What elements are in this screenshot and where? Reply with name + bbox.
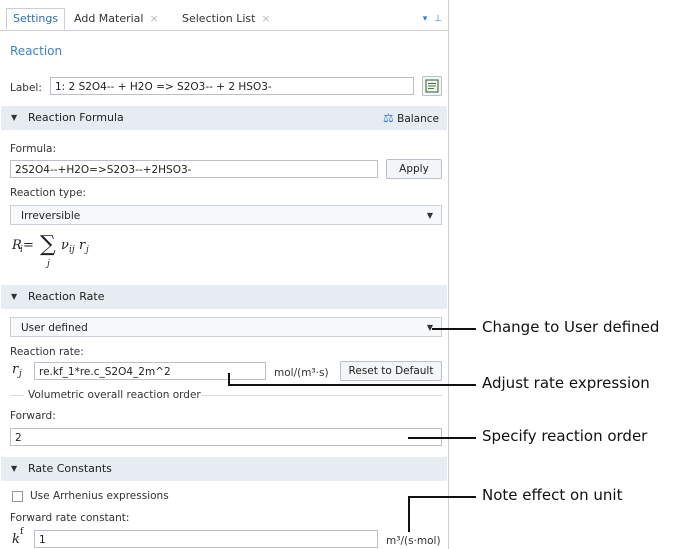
tab-label: Add Material (74, 12, 144, 25)
eq-r-sub: j (86, 245, 89, 255)
formula-input[interactable]: 2S2O4--+H2O=>S2O3--+2HSO3- (10, 160, 378, 178)
rate-mode-select[interactable]: User defined ▼ (10, 317, 442, 337)
callout-change-user-defined: Change to User defined (482, 318, 660, 336)
arrhenius-checkbox[interactable] (12, 491, 23, 502)
section-title: Reaction Formula (28, 111, 124, 124)
callout-note-unit: Note effect on unit (482, 486, 623, 504)
rate-mode-value: User defined (21, 322, 88, 334)
rate-symbol: r (12, 362, 19, 377)
order-group-title: Volumetric overall reaction order (28, 389, 201, 401)
reaction-type-caption: Reaction type: (10, 187, 86, 199)
reaction-type-select[interactable]: Irreversible ▼ (10, 205, 442, 225)
balance-icon: ⚖ (383, 111, 394, 125)
callout-line (408, 496, 476, 498)
tab-selection-list[interactable]: Selection List × (176, 9, 277, 29)
text-list-icon (425, 79, 439, 93)
callout-line (408, 437, 476, 439)
label-input[interactable]: 1: 2 S2O4-- + H2O => S2O3-- + 2 HSO3- (50, 77, 414, 95)
kf-symbol-sup: f (20, 527, 24, 537)
reset-to-default-button[interactable]: Reset to Default (340, 361, 442, 381)
tab-tools: ▾ ⊥ (423, 14, 442, 24)
collapse-icon: ▼ (11, 113, 18, 122)
forward-constant-input[interactable]: 1 (34, 530, 378, 548)
eq-sigma: ∑ (40, 232, 56, 257)
balance-label: Balance (397, 113, 439, 125)
section-title: Rate Constants (28, 462, 112, 475)
eq-r: r (79, 238, 86, 253)
section-reaction-rate[interactable]: ▼ Reaction Rate (1, 285, 447, 309)
reaction-rate-input[interactable]: re.kf_1*re.c_S2O4_2m^2 (34, 362, 266, 380)
group-line (202, 395, 442, 396)
collapse-icon: ▼ (11, 292, 18, 301)
kf-symbol: k (12, 532, 20, 547)
label-editor-button[interactable] (422, 76, 442, 96)
eq-sum-index: j (47, 259, 50, 269)
forward-constant-caption: Forward rate constant: (10, 512, 130, 524)
reaction-type-value: Irreversible (21, 210, 81, 222)
callout-specify-order: Specify reaction order (482, 427, 648, 445)
eq-equals: = (23, 238, 34, 253)
callout-line (408, 496, 410, 532)
tab-settings[interactable]: Settings (6, 8, 66, 30)
close-icon[interactable]: × (261, 12, 270, 25)
pin-icon[interactable]: ⊥ (434, 14, 442, 24)
tab-label: Selection List (182, 12, 256, 25)
group-line (10, 395, 24, 396)
callout-line (432, 328, 476, 330)
collapse-icon: ▼ (11, 464, 18, 473)
section-rate-constants[interactable]: ▼ Rate Constants (1, 457, 447, 481)
arrhenius-label: Use Arrhenius expressions (30, 490, 169, 502)
eq-nu: ν (61, 238, 69, 253)
tab-bar: Settings Add Material × Selection List × ▾… (0, 0, 448, 31)
section-reaction-formula[interactable]: ▼ Reaction Formula ⚖ Balance (1, 106, 447, 130)
apply-button[interactable]: Apply (386, 159, 442, 179)
chevron-down-icon[interactable]: ▾ (423, 14, 428, 24)
section-title: Reaction Rate (28, 290, 105, 303)
eq-nu-sub: ij (69, 245, 75, 255)
tab-add-material[interactable]: Add Material × (68, 9, 165, 29)
forward-order-input[interactable]: 2 (10, 428, 442, 446)
rate-symbol-sub: j (19, 369, 22, 379)
formula-caption: Formula: (10, 143, 56, 155)
callout-line (228, 384, 476, 386)
balance-button[interactable]: ⚖ Balance (383, 106, 439, 131)
dropdown-caret-icon: ▼ (426, 211, 433, 220)
node-title: Reaction (10, 44, 63, 58)
callout-adjust-rate: Adjust rate expression (482, 374, 650, 392)
label-caption: Label: (10, 82, 42, 94)
forward-constant-unit: m³/(s·mol) (386, 535, 441, 547)
reaction-rate-caption: Reaction rate: (10, 346, 84, 358)
close-icon[interactable]: × (149, 12, 158, 25)
forward-order-caption: Forward: (10, 410, 56, 422)
reaction-rate-unit: mol/(m³·s) (274, 367, 329, 379)
settings-panel: Settings Add Material × Selection List × ▾… (0, 0, 449, 549)
tab-label: Settings (13, 12, 59, 25)
